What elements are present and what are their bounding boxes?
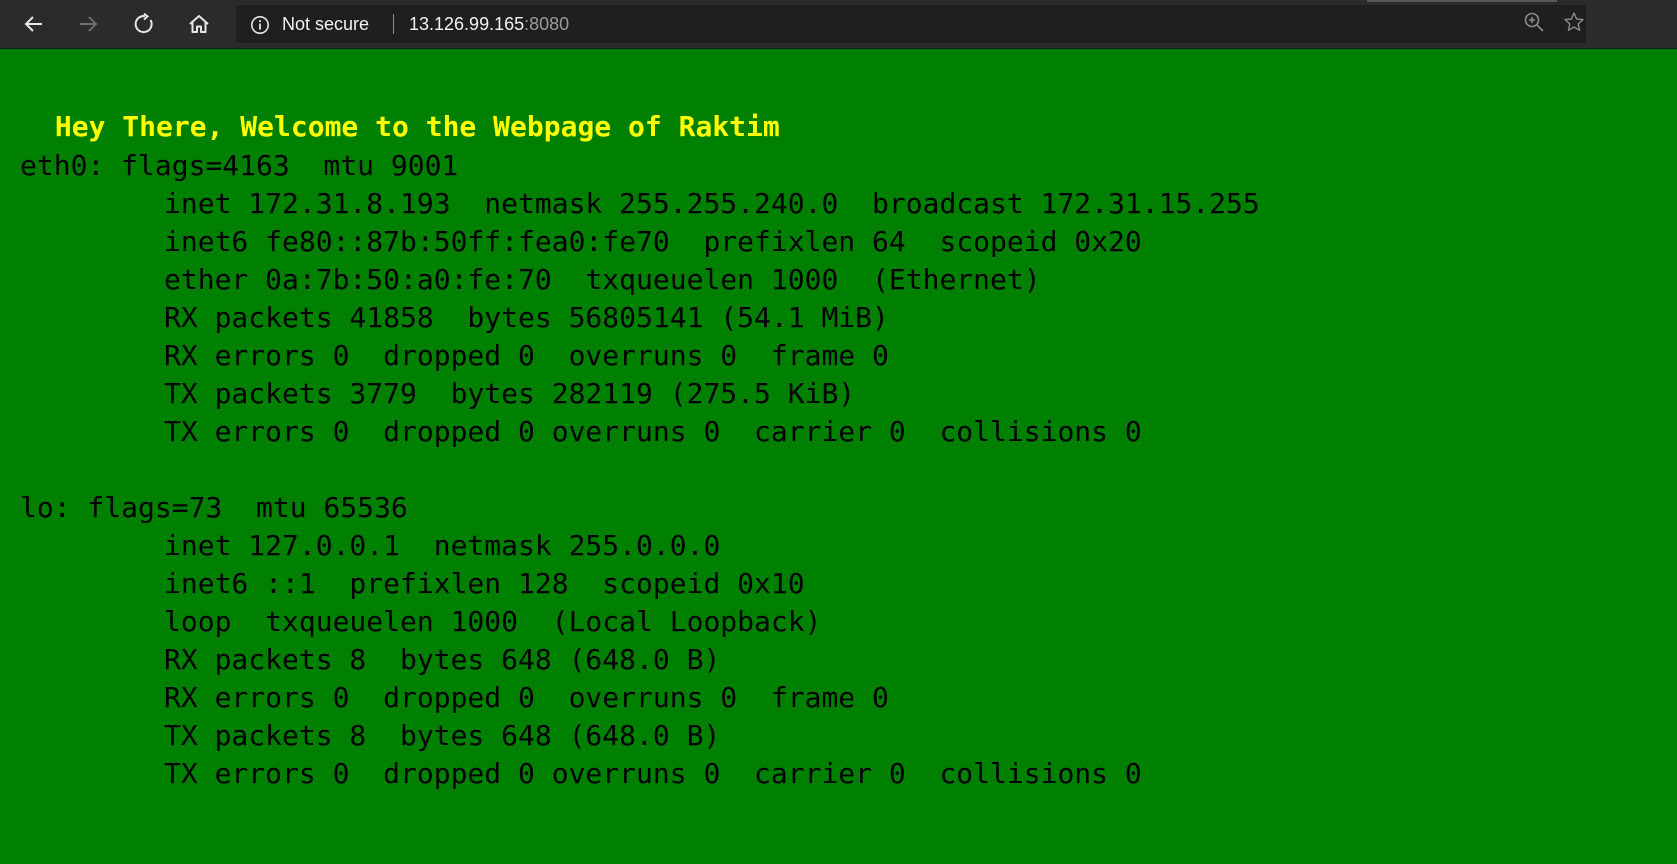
eth0-line: ether 0a:7b:50:a0:fe:70 txqueuelen 1000 … (164, 263, 1041, 296)
zoom-button[interactable] (1522, 12, 1546, 36)
eth0-line: TX errors 0 dropped 0 overruns 0 carrier… (164, 415, 1142, 448)
url-port: :8080 (524, 14, 570, 34)
back-arrow-icon (23, 13, 45, 35)
eth0-line: TX packets 3779 bytes 282119 (275.5 KiB) (164, 377, 856, 410)
address-bar[interactable]: Not secure 13.126.99.165:8080 (236, 5, 1586, 43)
refresh-button[interactable] (128, 8, 160, 40)
url-host: 13.126.99.165 (409, 14, 525, 34)
url-text[interactable]: 13.126.99.165:8080 (409, 14, 569, 35)
lo-line: inet6 ::1 prefixlen 128 scopeid 0x10 (164, 567, 805, 600)
star-icon (1563, 11, 1585, 38)
security-status-label[interactable]: Not secure (282, 14, 369, 35)
eth0-line: RX packets 41858 bytes 56805141 (54.1 Mi… (164, 301, 889, 334)
lo-line: RX packets 8 bytes 648 (648.0 B) (164, 643, 721, 676)
home-button[interactable] (183, 8, 215, 40)
forward-arrow-icon (77, 13, 99, 35)
lo-header: lo: flags=73 mtu 65536 (20, 491, 408, 524)
favorite-button[interactable] (1562, 11, 1586, 38)
back-button[interactable] (18, 8, 50, 40)
eth0-line: inet6 fe80::87b:50ff:fea0:fe70 prefixlen… (164, 225, 1142, 258)
lo-line: loop txqueuelen 1000 (Local Loopback) (164, 605, 822, 638)
info-icon[interactable] (250, 15, 270, 40)
address-separator (393, 14, 394, 34)
forward-button[interactable] (72, 8, 104, 40)
ifconfig-output: eth0: flags=4163 mtu 9001 inet 172.31.8.… (20, 147, 1260, 793)
page-heading: Hey There, Welcome to the Webpage of Rak… (38, 110, 780, 143)
browser-toolbar: Not secure 13.126.99.165:8080 (0, 0, 1677, 49)
lo-line: TX packets 8 bytes 648 (648.0 B) (164, 719, 721, 752)
lo-line: RX errors 0 dropped 0 overruns 0 frame 0 (164, 681, 889, 714)
home-icon (188, 13, 210, 35)
eth0-line: RX errors 0 dropped 0 overruns 0 frame 0 (164, 339, 889, 372)
refresh-icon (133, 13, 155, 35)
page-content: Hey There, Welcome to the Webpage of Rak… (0, 49, 1677, 864)
lo-line: inet 127.0.0.1 netmask 255.0.0.0 (164, 529, 721, 562)
eth0-header: eth0: flags=4163 mtu 9001 (20, 149, 459, 182)
eth0-line: inet 172.31.8.193 netmask 255.255.240.0 … (164, 187, 1260, 220)
toolbar-accent-line (1367, 0, 1557, 2)
zoom-icon (1523, 11, 1545, 38)
lo-line: TX errors 0 dropped 0 overruns 0 carrier… (164, 757, 1142, 790)
